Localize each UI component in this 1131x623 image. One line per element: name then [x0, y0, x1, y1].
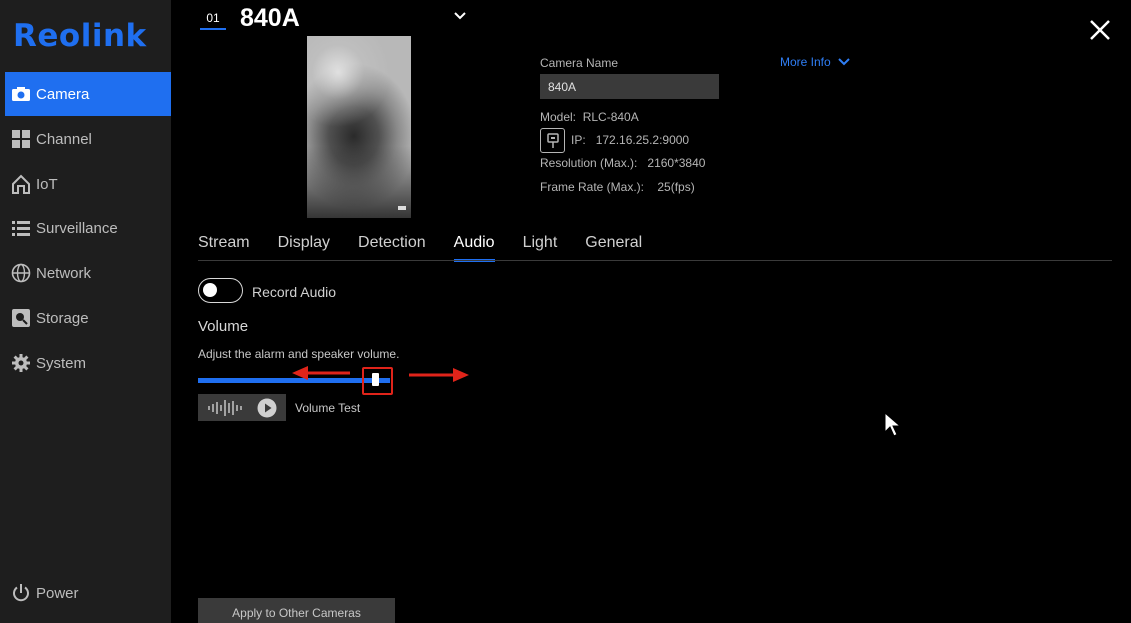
- annotation-arrow-left-icon: [292, 366, 350, 380]
- reolink-logo: Reolink: [13, 18, 147, 54]
- camera-name-label: Camera Name: [540, 56, 619, 70]
- power-button[interactable]: Power: [11, 583, 79, 603]
- volume-slider-thumb[interactable]: [372, 373, 379, 386]
- resolution-row: Resolution (Max.): 2160*3840: [540, 156, 705, 170]
- power-label: Power: [36, 584, 79, 602]
- tab-detection[interactable]: Detection: [358, 234, 426, 262]
- sidebar-item-network[interactable]: Network: [5, 251, 171, 295]
- camera-icon: [11, 84, 31, 104]
- settings-tabs: Stream Display Detection Audio Light Gen…: [198, 234, 670, 262]
- power-icon: [11, 583, 31, 603]
- play-icon: [257, 398, 277, 417]
- framerate-value: 25(fps): [657, 180, 695, 194]
- volume-test-button[interactable]: [198, 394, 286, 421]
- camera-title: 840A: [240, 4, 300, 32]
- framerate-row: Frame Rate (Max.): 25(fps): [540, 180, 695, 194]
- annotation-arrow-right-icon: [409, 368, 469, 382]
- sidebar-item-label: Surveillance: [36, 219, 118, 237]
- volume-description: Adjust the alarm and speaker volume.: [198, 347, 400, 361]
- sidebar-item-channel[interactable]: Channel: [5, 117, 171, 161]
- camera-name-input[interactable]: [540, 74, 719, 99]
- grid-icon: [11, 129, 31, 149]
- volume-title: Volume: [198, 318, 249, 335]
- sidebar-item-label: Network: [36, 264, 92, 282]
- sidebar-item-system[interactable]: System: [5, 341, 171, 385]
- chevron-down-icon: [837, 58, 850, 66]
- sidebar-item-label: Channel: [36, 130, 92, 148]
- resolution-value: 2160*3840: [647, 156, 706, 170]
- resolution-label: Resolution (Max.):: [540, 156, 638, 170]
- tab-audio[interactable]: Audio: [453, 234, 495, 262]
- close-icon: [1090, 20, 1110, 40]
- chevron-down-icon: [454, 12, 466, 20]
- ip-value: 172.16.25.2:9000: [595, 133, 690, 147]
- record-audio-toggle[interactable]: [198, 278, 243, 303]
- mouse-cursor-icon: [884, 412, 902, 437]
- model-row: Model: RLC-840A: [540, 110, 639, 124]
- tab-light[interactable]: Light: [523, 234, 558, 262]
- sidebar-item-surveillance[interactable]: Surveillance: [5, 206, 171, 250]
- model-value: RLC-840A: [582, 110, 639, 124]
- sidebar: Reolink Camera Channel IoT Surveillance …: [0, 0, 171, 623]
- tab-display[interactable]: Display: [278, 234, 330, 262]
- record-audio-label: Record Audio: [252, 284, 337, 300]
- volume-test-label: Volume Test: [295, 401, 361, 415]
- ip-label: IP:: [571, 133, 586, 147]
- model-label: Model:: [540, 110, 577, 124]
- sidebar-item-label: System: [36, 354, 87, 372]
- close-button[interactable]: [1088, 18, 1112, 42]
- list-icon: [11, 218, 31, 238]
- waveform-icon: [208, 399, 242, 416]
- preview-logo-mark: [398, 206, 406, 210]
- toggle-knob: [203, 283, 217, 297]
- tab-divider: [198, 260, 1112, 261]
- sidebar-item-label: Camera: [36, 85, 90, 103]
- ip-row: IP: 172.16.25.2:9000: [571, 133, 689, 147]
- sidebar-item-iot[interactable]: IoT: [5, 162, 171, 206]
- storage-icon: [11, 308, 31, 328]
- camera-select-dropdown[interactable]: [452, 8, 468, 24]
- tab-stream[interactable]: Stream: [198, 234, 250, 262]
- apply-to-other-cameras-button[interactable]: Apply to Other Cameras: [198, 598, 395, 623]
- more-info-label: More Info: [780, 55, 831, 69]
- channel-number: 01: [200, 8, 226, 30]
- framerate-label: Frame Rate (Max.):: [540, 180, 645, 194]
- sidebar-item-label: IoT: [36, 175, 58, 193]
- preview-shadow: [307, 146, 411, 218]
- gear-icon: [11, 353, 31, 373]
- home-icon: [11, 174, 31, 194]
- globe-icon: [11, 263, 31, 283]
- sidebar-item-camera[interactable]: Camera: [5, 72, 171, 116]
- tab-general[interactable]: General: [585, 234, 642, 262]
- sidebar-item-label: Storage: [36, 309, 89, 327]
- more-info-link[interactable]: More Info: [780, 55, 851, 69]
- sidebar-item-storage[interactable]: Storage: [5, 296, 171, 340]
- camera-preview: [307, 36, 411, 218]
- ip-device-icon: [540, 128, 565, 153]
